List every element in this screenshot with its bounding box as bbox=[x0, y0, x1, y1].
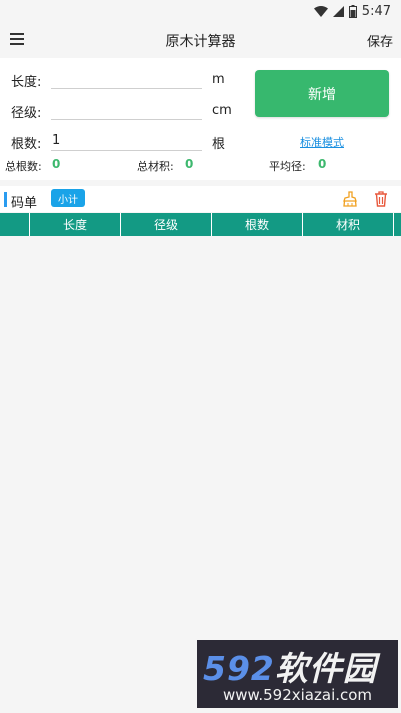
diameter-unit: cm bbox=[212, 103, 232, 118]
column-header-volume: 材积 bbox=[303, 213, 394, 236]
table-header-index bbox=[0, 213, 30, 236]
diameter-label: 径级: bbox=[11, 106, 42, 121]
total-volume-value: 0 bbox=[185, 157, 194, 171]
section-accent bbox=[4, 192, 7, 207]
list-title: 码单 bbox=[11, 196, 38, 211]
watermark-logo: 592软件园 bbox=[203, 649, 377, 688]
status-time: 5:47 bbox=[361, 3, 391, 19]
table-header-end bbox=[394, 213, 401, 236]
count-unit: 根 bbox=[212, 137, 226, 152]
tally-list-header: 码单 小计 bbox=[0, 186, 401, 212]
total-volume-label: 总材积: bbox=[137, 160, 174, 173]
watermark-url: www.592xiazai.com bbox=[222, 686, 373, 704]
column-header-diameter: 径级 bbox=[121, 213, 212, 236]
length-unit: m bbox=[212, 72, 225, 87]
page-title: 原木计算器 bbox=[165, 34, 236, 50]
length-input[interactable] bbox=[51, 69, 202, 89]
subtotal-button[interactable]: 小计 bbox=[51, 189, 85, 207]
save-button[interactable]: 保存 bbox=[367, 31, 393, 50]
avg-diameter-value: 0 bbox=[318, 157, 327, 171]
tally-table-header: 长度 径级 根数 材积 bbox=[0, 213, 401, 236]
battery-icon bbox=[348, 4, 357, 18]
diameter-input[interactable] bbox=[51, 100, 202, 120]
site-watermark: 592软件园 www.592xiazai.com bbox=[197, 640, 398, 708]
trash-icon[interactable] bbox=[374, 191, 388, 207]
total-count-value: 0 bbox=[52, 157, 61, 171]
clear-brush-icon[interactable] bbox=[343, 191, 357, 207]
column-header-count: 根数 bbox=[212, 213, 303, 236]
input-form: 长度: m 径级: cm 根数: 根 新增 标准模式 总根数: 0 总材积: 0… bbox=[0, 58, 401, 180]
status-bar: 5:47 bbox=[0, 0, 401, 22]
add-button[interactable]: 新增 bbox=[255, 70, 389, 117]
count-label: 根数: bbox=[11, 137, 42, 152]
signal-icon bbox=[332, 5, 344, 17]
column-header-length: 长度 bbox=[30, 213, 121, 236]
count-input[interactable] bbox=[51, 131, 202, 151]
total-count-label: 总根数: bbox=[5, 160, 42, 173]
app-bar: 原木计算器 保存 bbox=[0, 22, 401, 58]
wifi-icon bbox=[313, 5, 328, 17]
standard-mode-link[interactable]: 标准模式 bbox=[300, 134, 344, 150]
avg-diameter-label: 平均径: bbox=[269, 160, 306, 173]
length-label: 长度: bbox=[11, 75, 42, 90]
